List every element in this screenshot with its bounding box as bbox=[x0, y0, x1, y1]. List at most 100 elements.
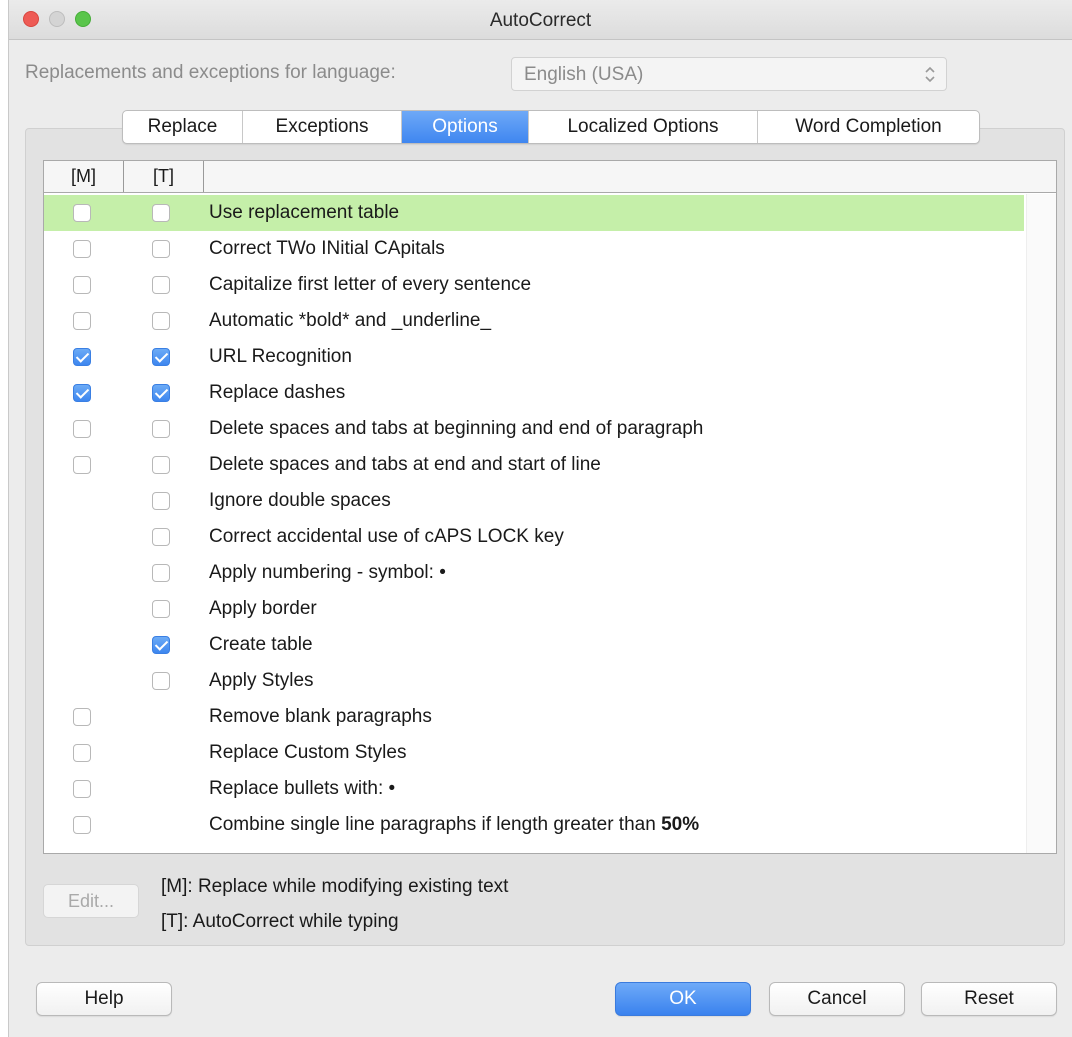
option-label: Apply numbering - symbol: • bbox=[209, 562, 446, 584]
tab-exceptions[interactable]: Exceptions bbox=[243, 111, 402, 143]
column-header-t[interactable]: [T] bbox=[124, 161, 204, 192]
option-row[interactable]: Apply Styles bbox=[44, 663, 1024, 699]
option-label-value: 50% bbox=[661, 814, 700, 835]
option-row[interactable]: Correct TWo INitial CApitals bbox=[44, 231, 1024, 267]
tab-replace[interactable]: Replace bbox=[123, 111, 243, 143]
option-label: Ignore double spaces bbox=[209, 490, 391, 512]
option-label: Replace Custom Styles bbox=[209, 742, 406, 764]
option-row[interactable]: Use replacement table bbox=[44, 195, 1024, 231]
option-row[interactable]: Apply numbering - symbol: • bbox=[44, 555, 1024, 591]
option-label: Correct accidental use of cAPS LOCK key bbox=[209, 526, 564, 548]
ok-button[interactable]: OK bbox=[615, 982, 751, 1016]
checkbox-t[interactable] bbox=[152, 276, 170, 294]
option-row[interactable]: Delete spaces and tabs at end and start … bbox=[44, 447, 1024, 483]
checkbox-t[interactable] bbox=[152, 312, 170, 330]
checkbox-t[interactable] bbox=[152, 456, 170, 474]
option-label: Automatic *bold* and _underline_ bbox=[209, 310, 491, 332]
option-label: Apply Styles bbox=[209, 670, 314, 692]
checkbox-t[interactable] bbox=[152, 672, 170, 690]
option-row[interactable]: Replace bullets with: • bbox=[44, 771, 1024, 807]
cancel-button[interactable]: Cancel bbox=[769, 982, 905, 1016]
option-label-text: Replace dashes bbox=[209, 382, 346, 403]
checkbox-t[interactable] bbox=[152, 240, 170, 258]
option-label: URL Recognition bbox=[209, 346, 352, 368]
option-row[interactable]: Remove blank paragraphs bbox=[44, 699, 1024, 735]
option-label-text: URL Recognition bbox=[209, 346, 352, 367]
option-row[interactable]: Capitalize first letter of every sentenc… bbox=[44, 267, 1024, 303]
option-label-text: Delete spaces and tabs at end and start … bbox=[209, 454, 601, 475]
option-label-text: Remove blank paragraphs bbox=[209, 706, 432, 727]
tab-word-completion[interactable]: Word Completion bbox=[758, 111, 979, 143]
checkbox-m[interactable] bbox=[73, 204, 91, 222]
tab-bar: Replace Exceptions Options Localized Opt… bbox=[122, 110, 980, 144]
option-label: Create table bbox=[209, 634, 313, 656]
checkbox-t[interactable] bbox=[152, 528, 170, 546]
language-select[interactable]: English (USA) bbox=[511, 57, 947, 91]
options-list: [M] [T] Use replacement table Correct TWo… bbox=[43, 160, 1057, 854]
option-label: Capitalize first letter of every sentenc… bbox=[209, 274, 531, 296]
option-label: Correct TWo INitial CApitals bbox=[209, 238, 445, 260]
checkbox-t[interactable] bbox=[152, 384, 170, 402]
tab-localized-options[interactable]: Localized Options bbox=[529, 111, 758, 143]
language-select-value: English (USA) bbox=[524, 64, 644, 85]
option-label-text: Ignore double spaces bbox=[209, 490, 391, 511]
tab-options[interactable]: Options bbox=[402, 111, 529, 143]
checkbox-t[interactable] bbox=[152, 492, 170, 510]
option-label-text: Capitalize first letter of every sentenc… bbox=[209, 274, 532, 295]
option-row[interactable]: URL Recognition bbox=[44, 339, 1024, 375]
option-row[interactable]: Ignore double spaces bbox=[44, 483, 1024, 519]
legend-t: [T]: AutoCorrect while typing bbox=[161, 911, 399, 932]
option-label: Replace bullets with: • bbox=[209, 778, 395, 800]
option-label-text: Apply Styles bbox=[209, 670, 314, 691]
checkbox-m[interactable] bbox=[73, 240, 91, 258]
help-button[interactable]: Help bbox=[36, 982, 172, 1016]
option-label-text: Correct accidental use of cAPS LOCK key bbox=[209, 526, 564, 547]
option-label: Remove blank paragraphs bbox=[209, 706, 432, 728]
checkbox-m[interactable] bbox=[73, 420, 91, 438]
window-title: AutoCorrect bbox=[489, 10, 592, 31]
checkbox-m[interactable] bbox=[73, 780, 91, 798]
checkbox-t[interactable] bbox=[152, 348, 170, 366]
reset-button[interactable]: Reset bbox=[921, 982, 1057, 1016]
option-label: Apply border bbox=[209, 598, 317, 620]
up-down-chevron-icon bbox=[921, 64, 939, 84]
option-label: Combine single line paragraphs if length… bbox=[209, 814, 699, 836]
checkbox-m[interactable] bbox=[73, 456, 91, 474]
option-row[interactable]: Apply border bbox=[44, 591, 1024, 627]
option-row[interactable]: Delete spaces and tabs at beginning and … bbox=[44, 411, 1024, 447]
checkbox-t[interactable] bbox=[152, 564, 170, 582]
list-scrollbar[interactable] bbox=[1026, 194, 1056, 853]
option-row[interactable]: Replace dashes bbox=[44, 375, 1024, 411]
option-label: Use replacement table bbox=[209, 202, 399, 224]
checkbox-m[interactable] bbox=[73, 816, 91, 834]
column-header-description[interactable] bbox=[204, 161, 1050, 192]
option-label: Replace dashes bbox=[209, 382, 345, 404]
checkbox-m[interactable] bbox=[73, 708, 91, 726]
checkbox-m[interactable] bbox=[73, 744, 91, 762]
autocorrect-dialog: AutoCorrect Replacements and exceptions … bbox=[8, 0, 1072, 1037]
option-row[interactable]: Create table bbox=[44, 627, 1024, 663]
checkbox-t[interactable] bbox=[152, 420, 170, 438]
option-label-text: Correct TWo INitial CApitals bbox=[209, 238, 445, 259]
option-row[interactable]: Combine single line paragraphs if length… bbox=[44, 807, 1024, 843]
checkbox-m[interactable] bbox=[73, 276, 91, 294]
option-row[interactable]: Automatic *bold* and _underline_ bbox=[44, 303, 1024, 339]
checkbox-m[interactable] bbox=[73, 384, 91, 402]
option-label-text: Apply border bbox=[209, 598, 317, 619]
option-label-text: Delete spaces and tabs at beginning and … bbox=[209, 418, 704, 439]
option-label-text: Create table bbox=[209, 634, 313, 655]
language-label: Replacements and exceptions for language… bbox=[25, 62, 396, 83]
checkbox-t[interactable] bbox=[152, 636, 170, 654]
option-row[interactable]: Correct accidental use of cAPS LOCK key bbox=[44, 519, 1024, 555]
checkbox-m[interactable] bbox=[73, 312, 91, 330]
checkbox-t[interactable] bbox=[152, 600, 170, 618]
legend-m: [M]: Replace while modifying existing te… bbox=[161, 876, 509, 897]
option-label-text: Apply numbering - symbol: • bbox=[209, 562, 446, 583]
title-bar: AutoCorrect bbox=[9, 0, 1072, 40]
option-label-text: Automatic *bold* and _underline_ bbox=[209, 310, 492, 331]
column-header-m[interactable]: [M] bbox=[44, 161, 124, 192]
option-row[interactable]: Replace Custom Styles bbox=[44, 735, 1024, 771]
checkbox-t[interactable] bbox=[152, 204, 170, 222]
edit-button[interactable]: Edit... bbox=[43, 884, 139, 918]
checkbox-m[interactable] bbox=[73, 348, 91, 366]
